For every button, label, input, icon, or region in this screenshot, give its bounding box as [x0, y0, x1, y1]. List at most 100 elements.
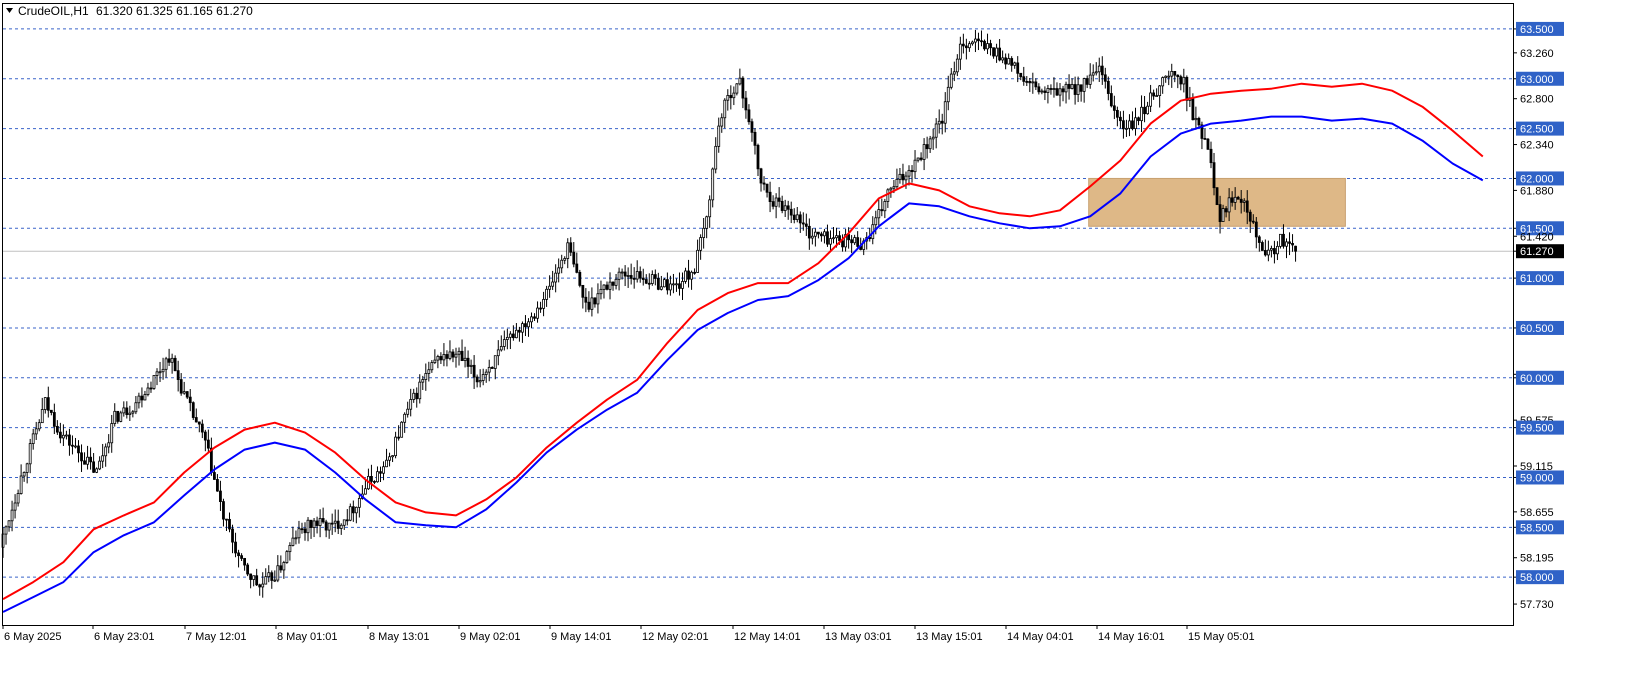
candle-body: [285, 551, 289, 563]
candle-body: [176, 370, 180, 380]
candle[interactable]: [191, 401, 195, 420]
candle-body: [647, 282, 651, 285]
candle[interactable]: [662, 277, 666, 288]
candle-body: [216, 479, 219, 492]
y-tick-label: 57.730: [1520, 599, 1554, 611]
candle-body: [382, 466, 385, 474]
candle-body: [1031, 81, 1035, 84]
candle-body: [188, 396, 192, 404]
candle-body: [684, 270, 687, 282]
candle-body: [89, 456, 92, 463]
candle-body: [460, 350, 464, 361]
price-chart[interactable]: 63.500 63.260 63.000 62.800 62.500 62.340 62.0…: [0, 0, 1651, 682]
candle-body: [548, 285, 552, 290]
candle-body: [206, 439, 210, 449]
candle-body: [596, 293, 600, 305]
candle[interactable]: [578, 269, 582, 288]
candle-body: [542, 299, 545, 309]
candle-body: [587, 301, 591, 310]
chart-root: 63.500 63.260 63.000 62.800 62.500 62.340 62.0…: [0, 0, 1651, 682]
candle-body: [916, 157, 920, 161]
candle-body: [167, 358, 171, 363]
candle-body: [810, 235, 814, 239]
candle-body: [687, 270, 690, 280]
candle-body: [1061, 88, 1065, 93]
candle-body: [931, 136, 935, 140]
candle-body: [237, 552, 240, 557]
candle[interactable]: [1279, 233, 1282, 249]
candle-body: [783, 205, 787, 211]
candle-body: [1224, 208, 1228, 213]
candle-body: [756, 144, 760, 170]
candle-body: [1079, 84, 1083, 92]
candle-body: [276, 565, 280, 581]
candle-body: [309, 519, 313, 528]
candle-body: [472, 364, 476, 378]
candle-body: [122, 407, 126, 414]
candle-body: [68, 434, 71, 446]
candle-body: [925, 144, 929, 150]
candle-body: [490, 366, 494, 369]
candle-body: [191, 402, 195, 418]
candle-body: [536, 307, 539, 319]
candle-body: [294, 537, 298, 540]
candle-body: [7, 520, 11, 528]
candle-body: [1082, 78, 1086, 92]
candle-body: [62, 434, 65, 439]
candle-body: [1149, 92, 1152, 107]
candle-body: [650, 274, 654, 284]
candle-body: [602, 284, 606, 290]
candle[interactable]: [983, 39, 986, 51]
candle[interactable]: [246, 562, 250, 577]
candle-body: [593, 297, 597, 305]
candle-body: [508, 333, 512, 338]
candle-body: [74, 445, 77, 448]
candle-body: [732, 92, 736, 99]
candle-body: [203, 431, 207, 441]
candle-body: [578, 271, 582, 286]
candle-body: [992, 47, 995, 57]
y-tick-label: 59.000: [1520, 472, 1554, 484]
candle-body: [1167, 75, 1171, 78]
candle-body: [995, 47, 998, 57]
candle-body: [771, 201, 775, 207]
candle-body: [1212, 162, 1216, 189]
candle-body: [1282, 233, 1285, 247]
candle-body: [515, 329, 518, 339]
candle-body: [922, 144, 926, 160]
candle-body: [1260, 242, 1264, 251]
candle[interactable]: [152, 375, 156, 390]
candle-body: [454, 353, 458, 358]
candle-body: [400, 421, 404, 438]
candle[interactable]: [1215, 187, 1219, 206]
candle-body: [886, 189, 890, 202]
candle[interactable]: [400, 421, 404, 438]
candle-body: [240, 555, 243, 559]
y-tick-label: 58.500: [1520, 522, 1554, 534]
candle-body: [478, 380, 482, 383]
candle-body: [977, 38, 980, 42]
candle-body: [1173, 70, 1177, 76]
x-tick-label: 14 May 04:01: [1007, 631, 1074, 643]
candle-body: [258, 584, 262, 588]
candle[interactable]: [116, 410, 120, 424]
candle-body: [726, 95, 730, 101]
candle-body: [427, 369, 431, 374]
candle-body: [496, 349, 500, 357]
candle-body: [889, 187, 893, 191]
candle-body: [1085, 78, 1089, 85]
candle-body: [424, 373, 428, 380]
candle-body: [1001, 57, 1005, 61]
candle-body: [826, 231, 829, 245]
candle-body: [164, 358, 168, 370]
candle-body: [1094, 71, 1098, 74]
candle[interactable]: [1206, 138, 1210, 150]
candle-body: [418, 381, 422, 400]
candle-body: [611, 281, 615, 286]
candle-body: [1073, 84, 1077, 95]
y-tick-label: 59.500: [1520, 423, 1554, 435]
candle-body: [484, 371, 488, 375]
candle-body: [904, 175, 908, 181]
candle-body: [989, 43, 992, 49]
candle[interactable]: [285, 549, 289, 564]
